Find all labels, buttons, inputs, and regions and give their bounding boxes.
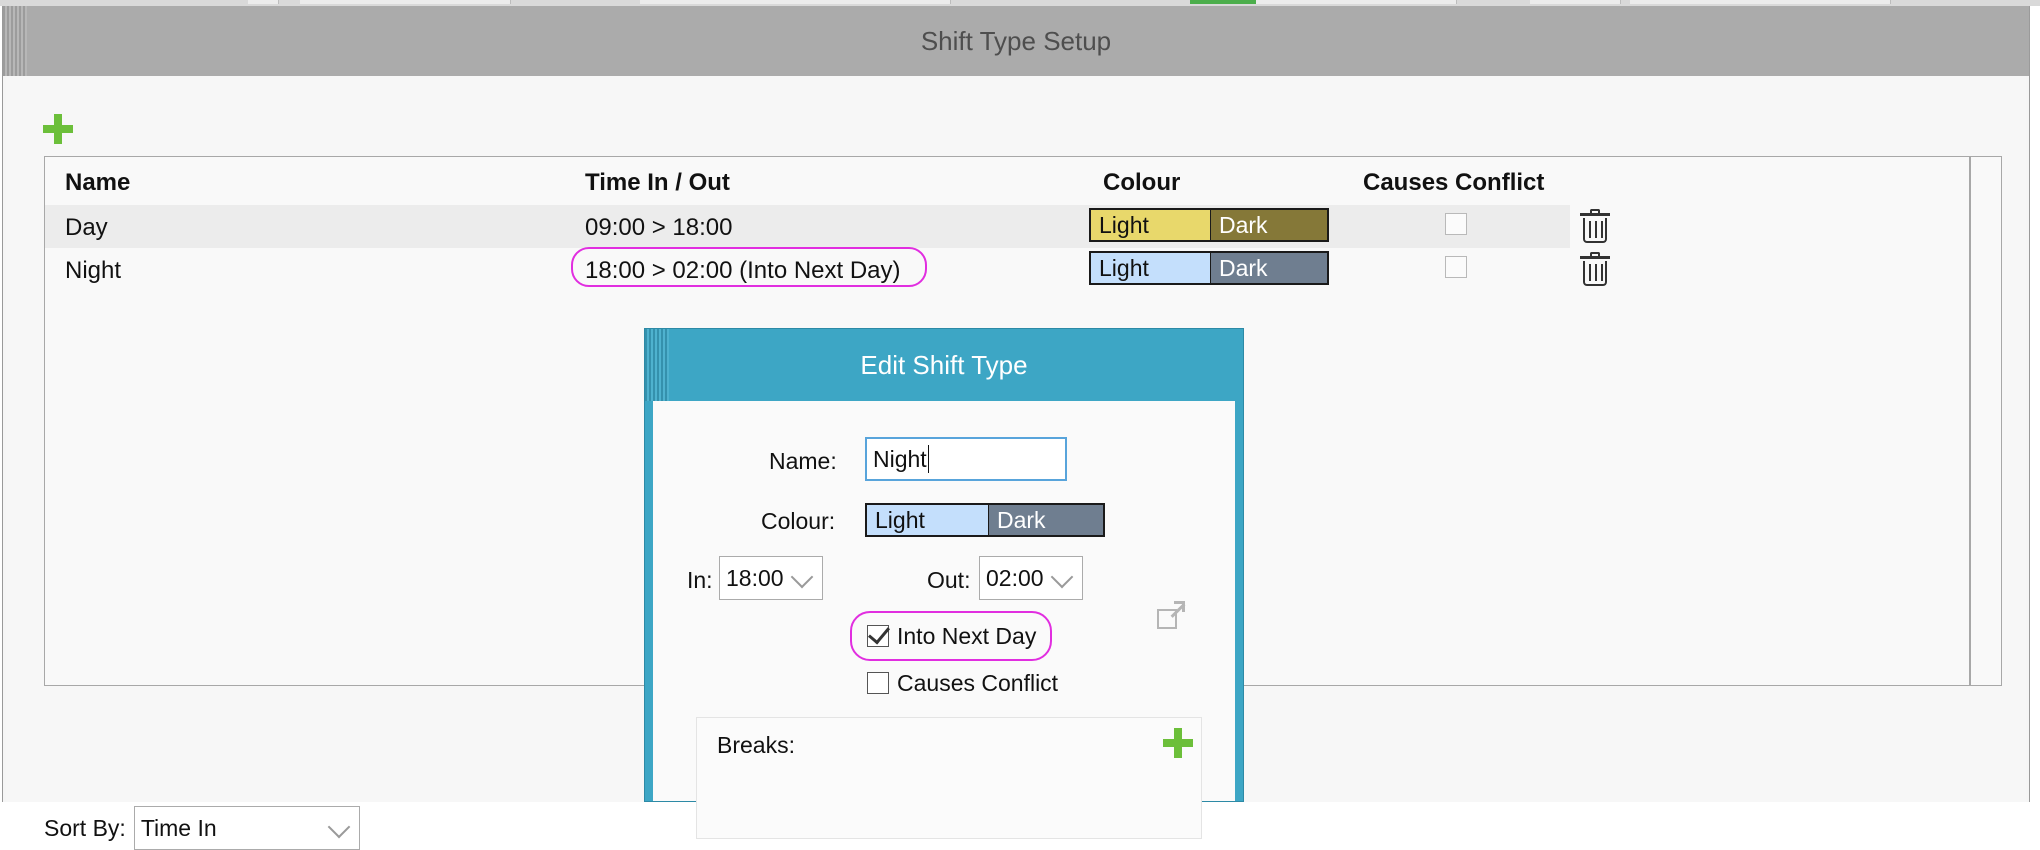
add-shift-type-plus-icon[interactable] [43, 114, 73, 144]
colour-swatch[interactable]: Light Dark [1089, 208, 1329, 242]
sort-by-value: Time In [140, 814, 217, 841]
time-out-value: 02:00 [986, 564, 1044, 591]
light-colour: Light [1091, 253, 1211, 283]
col-header-name[interactable]: Name [65, 169, 130, 197]
out-label: Out: [927, 567, 971, 593]
colour-picker[interactable]: Light Dark [865, 503, 1105, 537]
causes-conflict-checkbox[interactable] [867, 672, 889, 694]
external-link-icon[interactable] [1157, 601, 1185, 629]
colour-label: Colour: [761, 508, 836, 534]
table-row[interactable]: Day 09:00 > 18:00 Light Dark [45, 205, 1610, 248]
colour-swatch[interactable]: Light Dark [1089, 251, 1329, 285]
name-label: Name: [769, 448, 837, 474]
light-colour: Light [1091, 210, 1211, 240]
delete-trash-icon[interactable] [1580, 209, 1610, 243]
sort-by-select[interactable]: Time In [133, 806, 360, 850]
time-in-value: 18:00 [726, 564, 784, 591]
in-label: In: [687, 567, 713, 593]
window-titlebar[interactable]: Shift Type Setup [3, 6, 2029, 76]
sort-by-control: Sort By: Time In [44, 806, 360, 850]
time-in-select[interactable]: 18:00 [719, 556, 823, 600]
dark-colour[interactable]: Dark [989, 505, 1103, 535]
causes-conflict-checkbox[interactable] [1445, 256, 1467, 278]
dark-colour: Dark [1211, 253, 1327, 283]
col-header-time[interactable]: Time In / Out [585, 169, 730, 197]
into-next-day-checkbox[interactable] [867, 621, 891, 647]
dialog-title[interactable]: Edit Shift Type [645, 329, 1243, 401]
edit-shift-type-dialog: Edit Shift Type Name: Night Colour: Ligh… [644, 328, 1244, 839]
col-header-causes-conflict[interactable]: Causes Conflict [1363, 169, 1544, 197]
chevron-down-icon [327, 815, 351, 839]
breaks-panel: Breaks: [696, 717, 1202, 839]
time-out-select[interactable]: 02:00 [979, 556, 1083, 600]
chevron-down-icon [790, 565, 814, 589]
col-header-colour[interactable]: Colour [1103, 169, 1180, 197]
name-input-value: Night [873, 445, 927, 472]
sort-by-label: Sort By: [44, 814, 126, 841]
checkmark-icon [867, 621, 891, 645]
highlight-annotation [571, 247, 927, 287]
window-title: Shift Type Setup [920, 25, 1112, 56]
text-caret [927, 445, 930, 473]
grid-header: Name Time In / Out Colour Causes Conflic… [45, 157, 2001, 205]
chevron-down-icon [1050, 565, 1074, 589]
row-name: Night [65, 257, 122, 284]
breaks-label: Breaks: [717, 732, 795, 758]
dialog-body: Name: Night Colour: Light Dark In: 18:00… [653, 401, 1235, 839]
causes-conflict-label[interactable]: Causes Conflict [897, 670, 1058, 697]
into-next-day-label[interactable]: Into Next Day [897, 623, 1036, 650]
delete-trash-icon[interactable] [1580, 252, 1610, 286]
dark-colour: Dark [1211, 210, 1327, 240]
row-name: Day [65, 214, 108, 241]
row-time: 09:00 > 18:00 [585, 214, 733, 241]
light-colour[interactable]: Light [867, 505, 989, 535]
add-break-plus-icon[interactable] [1163, 728, 1193, 758]
name-input[interactable]: Night [865, 437, 1067, 481]
drag-grip[interactable] [3, 6, 27, 76]
grid-scrollbar[interactable] [1969, 157, 1971, 685]
table-row[interactable]: Night 18:00 > 02:00 (Into Next Day) Ligh… [45, 247, 1610, 291]
causes-conflict-checkbox[interactable] [1445, 213, 1467, 235]
